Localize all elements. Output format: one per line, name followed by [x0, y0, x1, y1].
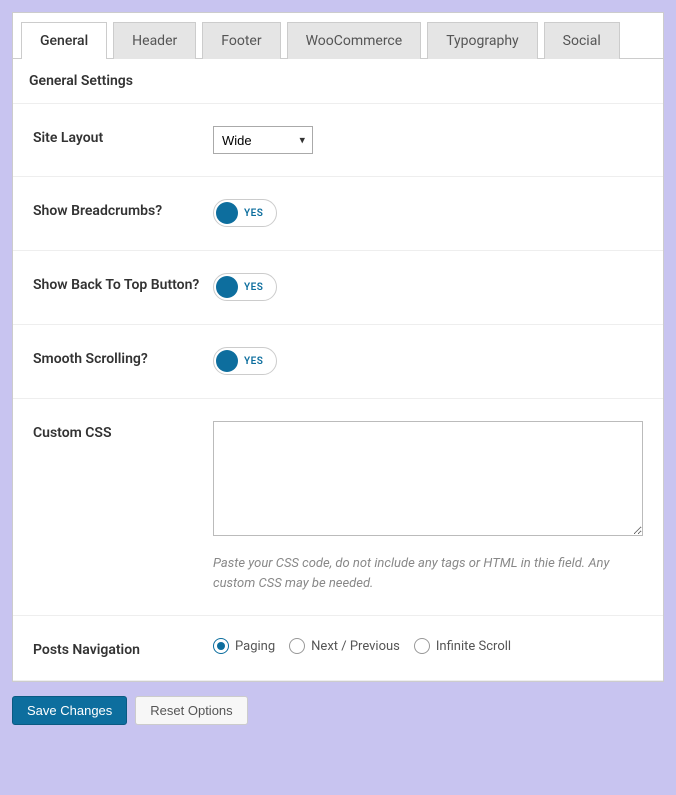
reset-button[interactable]: Reset Options: [135, 696, 247, 725]
posts-navigation-label: Posts Navigation: [33, 638, 213, 658]
breadcrumbs-toggle-label: YES: [244, 208, 263, 219]
tab-typography[interactable]: Typography: [427, 22, 537, 59]
radio-next-prev-label: Next / Previous: [311, 639, 400, 654]
tab-general[interactable]: General: [21, 22, 107, 59]
field-back-to-top: Show Back To Top Button? YES: [13, 251, 663, 325]
toggle-knob-icon: [216, 350, 238, 372]
radio-icon: [213, 638, 229, 654]
tab-woocommerce[interactable]: WooCommerce: [287, 22, 422, 59]
actions-bar: Save Changes Reset Options: [12, 682, 664, 729]
breadcrumbs-toggle[interactable]: YES: [213, 199, 277, 227]
posts-navigation-radio-group: Paging Next / Previous Infinite Scroll: [213, 638, 643, 654]
breadcrumbs-label: Show Breadcrumbs?: [33, 199, 213, 219]
tab-footer[interactable]: Footer: [202, 22, 280, 59]
radio-paging[interactable]: Paging: [213, 638, 275, 654]
tabs-bar: General Header Footer WooCommerce Typogr…: [13, 13, 663, 59]
smooth-scrolling-label: Smooth Scrolling?: [33, 347, 213, 367]
field-smooth-scrolling: Smooth Scrolling? YES: [13, 325, 663, 399]
site-layout-select[interactable]: Wide: [213, 126, 313, 154]
smooth-scrolling-toggle-label: YES: [244, 356, 263, 367]
tab-social[interactable]: Social: [544, 22, 620, 59]
radio-infinite-label: Infinite Scroll: [436, 639, 511, 654]
field-site-layout: Site Layout Wide: [13, 104, 663, 177]
tab-header[interactable]: Header: [113, 22, 196, 59]
site-layout-select-wrap: Wide: [213, 126, 313, 154]
back-to-top-toggle-label: YES: [244, 282, 263, 293]
radio-icon: [414, 638, 430, 654]
field-posts-navigation: Posts Navigation Paging Next / Previous …: [13, 616, 663, 681]
custom-css-label: Custom CSS: [33, 421, 213, 441]
radio-icon: [289, 638, 305, 654]
smooth-scrolling-toggle[interactable]: YES: [213, 347, 277, 375]
radio-infinite[interactable]: Infinite Scroll: [414, 638, 511, 654]
radio-paging-label: Paging: [235, 639, 275, 654]
back-to-top-label: Show Back To Top Button?: [33, 273, 213, 293]
back-to-top-toggle[interactable]: YES: [213, 273, 277, 301]
toggle-knob-icon: [216, 276, 238, 298]
field-breadcrumbs: Show Breadcrumbs? YES: [13, 177, 663, 251]
section-title: General Settings: [13, 59, 663, 104]
custom-css-help: Paste your CSS code, do not include any …: [213, 554, 643, 593]
field-custom-css: Custom CSS Paste your CSS code, do not i…: [13, 399, 663, 616]
radio-next-prev[interactable]: Next / Previous: [289, 638, 400, 654]
toggle-knob-icon: [216, 202, 238, 224]
save-button[interactable]: Save Changes: [12, 696, 127, 725]
site-layout-label: Site Layout: [33, 126, 213, 146]
settings-panel: General Header Footer WooCommerce Typogr…: [12, 12, 664, 682]
custom-css-textarea[interactable]: [213, 421, 643, 536]
